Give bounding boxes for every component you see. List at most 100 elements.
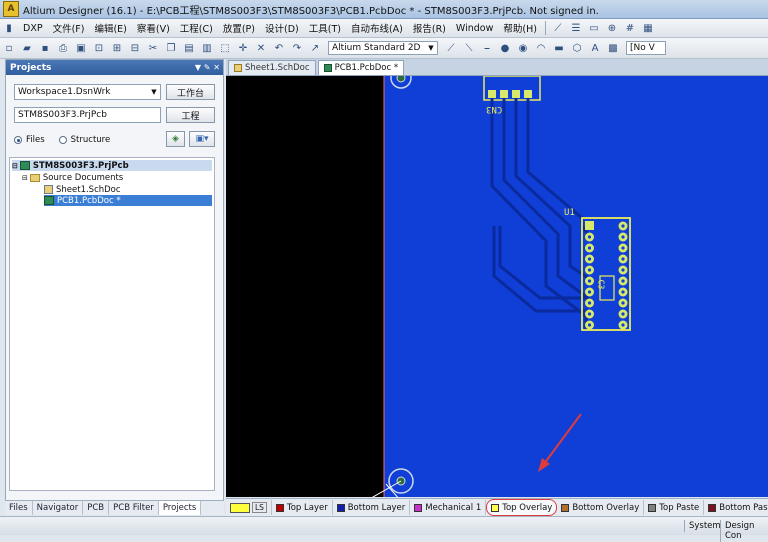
library-icon[interactable]: ▣ [74,41,88,55]
layer-set-label[interactable]: LS [252,502,267,513]
doc-tab-schematic[interactable]: Sheet1.SchDoc [228,60,316,75]
filter-combo[interactable]: [No V [626,41,666,55]
arc-icon[interactable]: ◠ [534,41,548,55]
save-icon[interactable]: ▪ [38,41,52,55]
measure-icon[interactable]: ▦ [641,21,655,35]
layer-tab-top-overlay[interactable]: Top Overlay [486,499,558,516]
panel-options-button[interactable]: ▣▾ [189,131,215,147]
dxp-icon[interactable]: ▮ [2,21,16,35]
panel-tab-pcb[interactable]: PCB [83,501,110,515]
tree-folder-row[interactable]: ⊟ Source Documents [22,172,123,183]
layer-tab-top-paste[interactable]: Top Paste [644,500,705,515]
track-icon[interactable]: ⎯ [480,41,494,55]
current-layer-indicator[interactable]: LS [226,500,272,515]
layer-tab-bottom-overlay[interactable]: Bottom Overlay [557,500,645,515]
doc-tab-label: Sheet1.SchDoc [245,63,310,73]
project-button[interactable]: 工程 [166,107,215,123]
radio-structure-label: Structure [70,135,111,145]
align-icon[interactable]: ☰ [569,21,583,35]
grid-icon[interactable]: # [623,21,637,35]
menu-design[interactable]: 设计(D) [260,21,304,35]
panel-tab-pcb-filter[interactable]: PCB Filter [109,501,159,515]
menu-window[interactable]: Window [451,23,498,34]
paste-icon[interactable]: ▤ [182,41,196,55]
select-area-icon[interactable]: ▭ [587,21,601,35]
workspace-dropdown[interactable]: Workspace1.DsnWrk ▼ [14,84,161,100]
redo-icon[interactable]: ↷ [290,41,304,55]
document-tabs: Sheet1.SchDoc PCB1.PcbDoc * [226,59,768,76]
collapse-icon[interactable]: ⊟ [12,162,18,170]
project-tree: ⊟ STM8S003F3.PrjPcb ⊟ Source Documents S… [9,157,215,491]
deselect-icon[interactable]: ✕ [254,41,268,55]
zoom-area-icon[interactable]: ⊞ [110,41,124,55]
undo-icon[interactable]: ↶ [272,41,286,55]
zoom-icon[interactable]: ⊕ [605,21,619,35]
pcb-canvas[interactable]: U1 CN3 C3 [226,76,768,497]
via-icon[interactable]: ◉ [516,41,530,55]
workspace-button[interactable]: 工作台 [166,84,215,100]
zoom-fit-icon[interactable]: ⊡ [92,41,106,55]
copy-icon[interactable]: ❐ [164,41,178,55]
cross-probe-icon[interactable]: ↗ [308,41,322,55]
select-rect-icon[interactable]: ⬚ [218,41,232,55]
title-bar: A Altium Designer (16.1) - E:\PCB工程\STM8… [0,0,768,19]
fill-icon[interactable]: ▬ [552,41,566,55]
menu-autoroute[interactable]: 自动布线(A) [346,21,408,35]
component-icon[interactable]: ▩ [606,41,620,55]
tree-doc-pcb[interactable]: PCB1.PcbDoc * [44,195,212,206]
menu-tools[interactable]: 工具(T) [304,21,346,35]
move-icon[interactable]: ✛ [236,41,250,55]
chevron-down-icon: ▼ [151,88,157,96]
panel-tool-button[interactable]: ◈ [166,131,185,147]
layer-tab-top-layer[interactable]: Top Layer [272,500,333,515]
tree-project-row[interactable]: ⊟ STM8S003F3.PrjPcb [12,160,212,171]
layer-tab-mechanical-1[interactable]: Mechanical 1 [410,500,487,515]
panel-menu-icon[interactable]: ▼ ✎ ✕ [195,63,220,72]
menu-place[interactable]: 放置(P) [218,21,260,35]
print-icon[interactable]: ⎙ [56,41,70,55]
doc-tab-pcb[interactable]: PCB1.PcbDoc * [317,60,405,75]
layer-color-swatch [414,503,423,512]
string-icon[interactable]: A [588,41,602,55]
tree-doc-schematic[interactable]: Sheet1.SchDoc [44,184,121,195]
menu-dxp[interactable]: DXP [18,23,48,34]
open-folder-icon[interactable]: ▰ [20,41,34,55]
layer-tab-bottom-layer[interactable]: Bottom Layer [333,500,411,515]
zoom-selected-icon[interactable]: ⊟ [128,41,142,55]
panel-tab-projects[interactable]: Projects [158,501,202,515]
menu-reports[interactable]: 报告(R) [408,21,451,35]
designator-cn3: CN3 [486,104,503,114]
pad-icon[interactable]: ● [498,41,512,55]
layer-tab-bottom-paste[interactable]: Bottom Paste [704,500,768,515]
menu-project[interactable]: 工程(C) [175,21,218,35]
panel-tab-navigator[interactable]: Navigator [33,501,84,515]
rubber-stamp-icon[interactable]: ▥ [200,41,214,55]
interactive-routing-icon[interactable]: ⟋ [444,41,458,55]
workspace-value: Workspace1.DsnWrk [18,87,111,97]
project-field[interactable]: STM8S003F3.PrjPcb [14,107,161,123]
status-design-compiler-button[interactable]: Design Con [720,520,768,542]
cut-icon[interactable]: ✂ [146,41,160,55]
diff-pair-icon[interactable]: ⟍ [462,41,476,55]
menu-file[interactable]: 文件(F) [48,21,90,35]
polygon-icon[interactable]: ⬡ [570,41,584,55]
menu-help[interactable]: 帮助(H) [498,21,542,35]
layer-tab-label: Bottom Layer [347,502,406,513]
panel-tabs: Files Navigator PCB PCB Filter Projects [5,500,224,515]
radio-files[interactable] [14,136,22,144]
view-config-combo[interactable]: Altium Standard 2D ▼ [328,41,438,55]
menu-edit[interactable]: 编辑(E) [89,21,131,35]
layer-tab-label: Top Paste [659,502,700,513]
collapse-icon[interactable]: ⊟ [22,174,28,182]
layer-tabs: LS Top Layer Bottom Layer Mechanical 1 T… [226,498,768,516]
new-file-icon[interactable]: ▫ [2,41,16,55]
cn3-pad [524,90,532,98]
window-title: Altium Designer (16.1) - E:\PCB工程\STM8S0… [23,5,599,17]
filter-value: [No V [630,43,655,53]
off-board-area [226,76,384,497]
panel-tab-files[interactable]: Files [5,501,33,515]
menu-view[interactable]: 察看(V) [132,21,175,35]
radio-structure[interactable] [58,136,67,144]
status-system-button[interactable]: System [684,520,725,532]
interactive-route-icon[interactable]: ⟋ [551,21,565,35]
